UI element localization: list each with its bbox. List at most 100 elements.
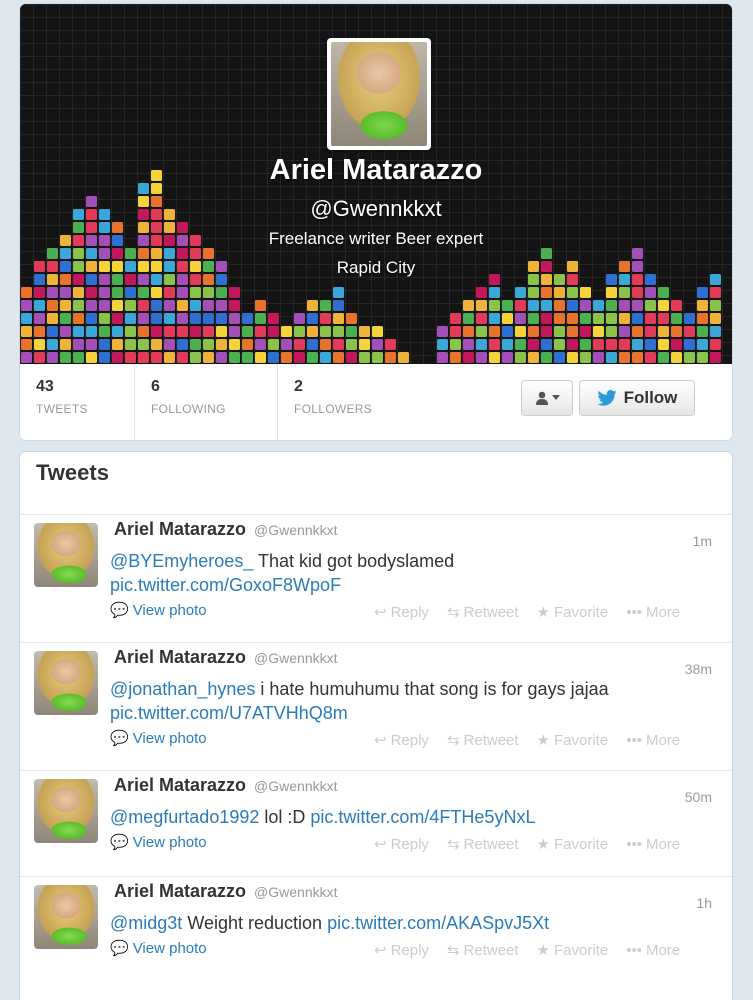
tetris-block (567, 352, 578, 363)
retweet-button[interactable]: ⇆ Retweet (447, 941, 519, 960)
reply-label: Reply (390, 603, 429, 621)
more-button[interactable]: ••• More (626, 731, 680, 749)
reply-button[interactable]: ↩ Reply (374, 731, 429, 750)
tweet-item[interactable]: Ariel Matarazzo @Gwennkkxt 38m @jonathan_… (20, 643, 732, 771)
tetris-block (580, 326, 591, 337)
tetris-block (528, 352, 539, 363)
tweet-avatar[interactable] (34, 885, 98, 949)
tetris-block (190, 313, 201, 324)
view-photo-link[interactable]: 💬 View photo (110, 729, 207, 748)
stat-followers[interactable]: 2 FOLLOWERS (278, 364, 421, 440)
tetris-block (580, 352, 591, 363)
tweet-link[interactable]: pic.twitter.com/AKASpvJ5Xt (327, 913, 549, 933)
reply-button[interactable]: ↩ Reply (374, 835, 429, 854)
tetris-block (580, 339, 591, 350)
more-icon: ••• (626, 731, 642, 749)
tetris-block (138, 287, 149, 298)
tetris-block (216, 352, 227, 363)
tweet-link[interactable]: pic.twitter.com/4FTHe5yNxL (310, 807, 535, 827)
tetris-block (125, 300, 136, 311)
tweet-link[interactable]: pic.twitter.com/GoxoF8WpoF (110, 575, 341, 595)
more-button[interactable]: ••• More (626, 603, 680, 621)
tweet-mention[interactable]: @megfurtado1992 (110, 807, 259, 827)
retweet-button[interactable]: ⇆ Retweet (446, 731, 519, 750)
tweet-author[interactable]: Ariel Matarazzo @Gwennkkxt (114, 519, 338, 540)
more-icon: ••• (626, 941, 642, 959)
tetris-block (580, 287, 591, 298)
favorite-label: Favorite (554, 731, 609, 749)
tetris-block (658, 339, 669, 350)
tweet-timestamp[interactable]: 1h (696, 895, 712, 911)
retweet-button[interactable]: ⇆ Retweet (447, 603, 519, 622)
more-button[interactable]: ••• More (626, 835, 680, 853)
tweet-actions: ↩ Reply ⇆ Retweet ★ Favorite ••• More (374, 941, 680, 960)
tetris-block (34, 313, 45, 324)
tweet-timestamp[interactable]: 50m (685, 789, 712, 805)
more-button[interactable]: ••• More (626, 941, 680, 959)
reply-button[interactable]: ↩ Reply (374, 603, 429, 622)
tweet-timestamp[interactable]: 38m (685, 661, 712, 677)
tweet-mention[interactable]: @midg3t (110, 913, 182, 933)
retweet-icon: ⇆ (446, 732, 460, 749)
tetris-block (125, 287, 136, 298)
tetris-block (385, 352, 396, 363)
favorite-button[interactable]: ★ Favorite (537, 603, 609, 622)
tetris-block (255, 352, 266, 363)
tetris-block (47, 352, 58, 363)
tweet-author[interactable]: Ariel Matarazzo @Gwennkkxt (114, 881, 338, 902)
stat-tweets[interactable]: 43 TWEETS (20, 364, 135, 440)
tetris-block (437, 339, 448, 350)
tetris-block (489, 313, 500, 324)
tweet-author-handle: @Gwennkkxt (254, 522, 338, 538)
retweet-button[interactable]: ⇆ Retweet (447, 835, 519, 854)
view-photo-link[interactable]: 💬 View photo (110, 939, 207, 958)
favorite-button[interactable]: ★ Favorite (537, 835, 609, 854)
tetris-block (632, 352, 643, 363)
tetris-block (216, 339, 227, 350)
stat-following[interactable]: 6 FOLLOWING (135, 364, 278, 440)
tweet-item[interactable]: Ariel Matarazzo @Gwennkkxt 1h @midg3t Wei… (20, 877, 732, 1000)
tweet-mention[interactable]: @BYEmyheroes_ (110, 551, 253, 571)
tetris-block (164, 300, 175, 311)
tweet-mention[interactable]: @jonathan_hynes (110, 679, 255, 699)
tetris-block (164, 287, 175, 298)
tweet-timestamp[interactable]: 1m (693, 533, 712, 549)
tetris-block (567, 313, 578, 324)
profile-avatar[interactable] (327, 38, 431, 150)
tetris-block (47, 326, 58, 337)
tetris-block (554, 300, 565, 311)
more-icon: ••• (626, 835, 642, 853)
tweet-item[interactable]: Ariel Matarazzo @Gwennkkxt 1m @BYEmyheroe… (20, 515, 732, 643)
tetris-block (203, 313, 214, 324)
tetris-block (437, 352, 448, 363)
tweet-author[interactable]: Ariel Matarazzo @Gwennkkxt (114, 775, 338, 796)
tweet-avatar[interactable] (34, 523, 98, 587)
view-photo-link[interactable]: 💬 View photo (110, 833, 207, 852)
tetris-block (333, 313, 344, 324)
view-photo-link[interactable]: 💬 View photo (110, 601, 207, 620)
tweet-link[interactable]: pic.twitter.com/U7ATVHhQ8m (110, 703, 348, 723)
tweet-avatar[interactable] (34, 779, 98, 843)
reply-button[interactable]: ↩ Reply (374, 941, 429, 960)
tetris-block (320, 326, 331, 337)
tetris-block (216, 326, 227, 337)
user-actions-dropdown-button[interactable] (521, 380, 573, 416)
tetris-block (515, 339, 526, 350)
tetris-block (60, 300, 71, 311)
tweet-author[interactable]: Ariel Matarazzo @Gwennkkxt (114, 647, 338, 668)
tetris-block (437, 326, 448, 337)
follow-button[interactable]: Follow (579, 380, 695, 416)
favorite-button[interactable]: ★ Favorite (537, 941, 609, 960)
view-photo-label: View photo (132, 833, 207, 851)
favorite-button[interactable]: ★ Favorite (537, 731, 609, 750)
tweet-item[interactable]: Ariel Matarazzo @Gwennkkxt 50m @megfurtad… (20, 771, 732, 877)
tetris-block (73, 326, 84, 337)
tweet-avatar[interactable] (34, 651, 98, 715)
tetris-block (333, 287, 344, 298)
favorite-label: Favorite (554, 941, 609, 959)
tetris-block (294, 339, 305, 350)
tetris-block (684, 352, 695, 363)
tetris-block (34, 287, 45, 298)
tetris-block (697, 339, 708, 350)
tetris-block (47, 300, 58, 311)
